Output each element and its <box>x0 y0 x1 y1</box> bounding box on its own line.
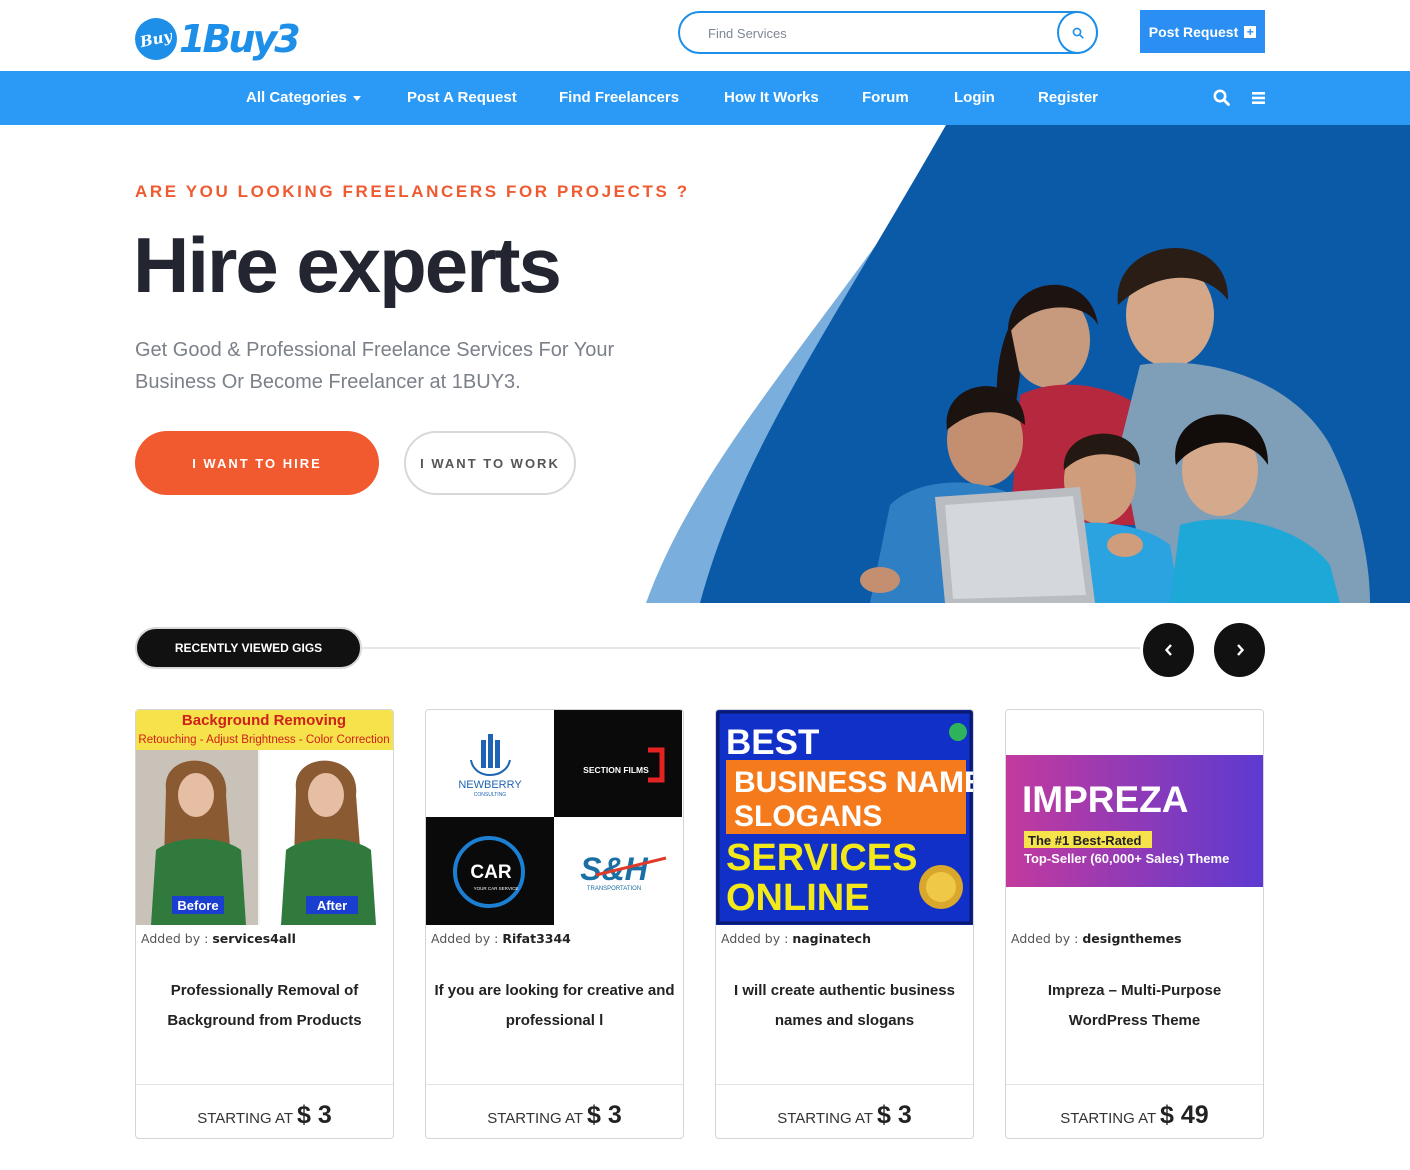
post-request-label: Post Request <box>1148 23 1239 40</box>
search-form <box>678 11 1098 54</box>
card-footer: STARTING AT $ 49 <box>1006 1084 1263 1138</box>
card-footer: STARTING AT $ 3 <box>426 1084 683 1138</box>
thumb-headline: Background Removing <box>182 712 346 729</box>
starting-price: STARTING AT $ 49 <box>1006 1101 1263 1130</box>
gig-thumbnail[interactable]: NEWBERRY CONSULTING SECTION FILMS CAR YO… <box>426 710 683 925</box>
thumb-logo-newberry-sub: CONSULTING <box>474 792 507 798</box>
thumb-subline: Retouching - Adjust Brightness - Color C… <box>138 734 389 746</box>
gig-card[interactable]: Background Removing Retouching - Adjust … <box>135 709 394 1139</box>
author-name[interactable]: naginatech <box>792 931 871 946</box>
search-icon <box>1072 27 1084 39</box>
author-name[interactable]: Rifat3344 <box>502 931 571 946</box>
nav-post-a-request[interactable]: Post A Request <box>407 71 517 125</box>
nav-login[interactable]: Login <box>954 71 995 125</box>
gig-title[interactable]: Impreza – Multi-Purpose WordPress Theme <box>1014 976 1255 1036</box>
author-name[interactable]: services4all <box>212 931 296 946</box>
gig-title[interactable]: Professionally Removal of Background fro… <box>144 976 385 1036</box>
starting-label: STARTING AT <box>197 1110 293 1127</box>
thumb-logo-section-films: SECTION FILMS <box>583 765 649 775</box>
added-by-label: Added by : <box>721 931 789 946</box>
price: $ 3 <box>586 1101 622 1129</box>
thumb-line-online: ONLINE <box>726 877 870 919</box>
search-input[interactable] <box>708 22 1048 44</box>
price: $ 49 <box>1160 1101 1209 1129</box>
nav-label: All Categories <box>246 89 347 106</box>
gig-thumbnail[interactable]: IMPREZA The #1 Best-Rated Top-Seller (60… <box>1006 710 1263 925</box>
added-by: Added by : Rifat3344 <box>431 931 571 946</box>
added-by-label: Added by : <box>1011 931 1079 946</box>
thumb-badge: The #1 Best-Rated <box>1028 833 1141 848</box>
card-footer: STARTING AT $ 3 <box>716 1084 973 1138</box>
thumb-tagline: Top-Seller (60,000+ Sales) Theme <box>1024 851 1229 866</box>
gig-title[interactable]: If you are looking for creative and prof… <box>434 976 675 1036</box>
caret-down-icon <box>352 95 361 101</box>
starting-price: STARTING AT $ 3 <box>716 1101 973 1130</box>
gig-thumbnail[interactable]: BEST BUSINESS NAMES SLOGANS SERVICES ONL… <box>716 710 973 925</box>
search-icon[interactable] <box>1212 88 1232 108</box>
top-header: Buy 1Buy3 Post Request + <box>0 0 1410 71</box>
site-logo[interactable]: Buy 1Buy3 <box>131 14 301 66</box>
starting-label: STARTING AT <box>1060 1110 1156 1127</box>
added-by-label: Added by : <box>141 931 209 946</box>
gig-card[interactable]: IMPREZA The #1 Best-Rated Top-Seller (60… <box>1005 709 1264 1139</box>
gig-title[interactable]: I will create authentic business names a… <box>724 976 965 1036</box>
hero-title: Hire experts <box>133 221 562 309</box>
price: $ 3 <box>296 1101 332 1129</box>
thumb-line-slogans: SLOGANS <box>734 800 882 833</box>
card-footer: STARTING AT $ 3 <box>136 1084 393 1138</box>
gig-card[interactable]: NEWBERRY CONSULTING SECTION FILMS CAR YO… <box>425 709 684 1139</box>
chevron-left-icon <box>1164 644 1172 656</box>
logo-wordmark: 1Buy3 <box>179 17 301 61</box>
hire-button[interactable]: I WANT TO HIRE <box>135 431 379 495</box>
carousel-next-button[interactable] <box>1214 623 1265 677</box>
thumb-brand: IMPREZA <box>1022 779 1189 820</box>
gig-thumbnail[interactable]: Background Removing Retouching - Adjust … <box>136 710 393 925</box>
carousel-prev-button[interactable] <box>1143 623 1194 677</box>
plus-square-icon: + <box>1244 25 1257 38</box>
gig-card[interactable]: BEST BUSINESS NAMES SLOGANS SERVICES ONL… <box>715 709 974 1139</box>
starting-label: STARTING AT <box>487 1110 583 1127</box>
thumb-line-services: SERVICES <box>726 837 917 879</box>
starting-price: STARTING AT $ 3 <box>426 1101 683 1130</box>
nav-forum[interactable]: Forum <box>862 71 909 125</box>
post-request-button[interactable]: Post Request + <box>1140 10 1265 53</box>
nav-how-it-works[interactable]: How It Works <box>724 71 819 125</box>
thumb-logo-car: CAR <box>470 862 511 883</box>
section-divider <box>360 647 1140 649</box>
thumb-logo-newberry: NEWBERRY <box>458 779 522 791</box>
thumb-line-business-names: BUSINESS NAMES <box>734 766 973 799</box>
thumb-logo-car-sub: YOUR CAR SERVICE <box>474 886 519 891</box>
nav-register[interactable]: Register <box>1038 71 1098 125</box>
logo-cart-badge: Buy <box>131 14 181 64</box>
thumb-line-best: BEST <box>726 723 819 762</box>
thumb-logo-sh-sub: TRANSPORTATION <box>587 886 641 892</box>
thumb-after: After <box>317 898 347 913</box>
price: $ 3 <box>876 1101 912 1129</box>
menu-icon[interactable] <box>1249 88 1269 108</box>
hero-subtitle: Get Good & Professional Freelance Servic… <box>135 339 615 393</box>
thumb-before: Before <box>177 898 218 913</box>
chevron-right-icon <box>1236 644 1244 656</box>
starting-price: STARTING AT $ 3 <box>136 1101 393 1130</box>
hero-eyebrow: ARE YOU LOOKING FREELANCERS FOR PROJECTS… <box>135 182 690 201</box>
recently-viewed-label: RECENTLY VIEWED GIGS <box>135 627 362 669</box>
author-name[interactable]: designthemes <box>1082 931 1181 946</box>
added-by: Added by : services4all <box>141 931 296 946</box>
work-button[interactable]: I WANT TO WORK <box>404 431 576 495</box>
starting-label: STARTING AT <box>777 1110 873 1127</box>
added-by-label: Added by : <box>431 931 499 946</box>
main-nav: All Categories Post A Request Find Freel… <box>0 71 1410 125</box>
nav-find-freelancers[interactable]: Find Freelancers <box>559 71 679 125</box>
added-by: Added by : designthemes <box>1011 931 1182 946</box>
search-button[interactable] <box>1057 11 1098 54</box>
added-by: Added by : naginatech <box>721 931 871 946</box>
nav-all-categories[interactable]: All Categories <box>246 71 361 125</box>
